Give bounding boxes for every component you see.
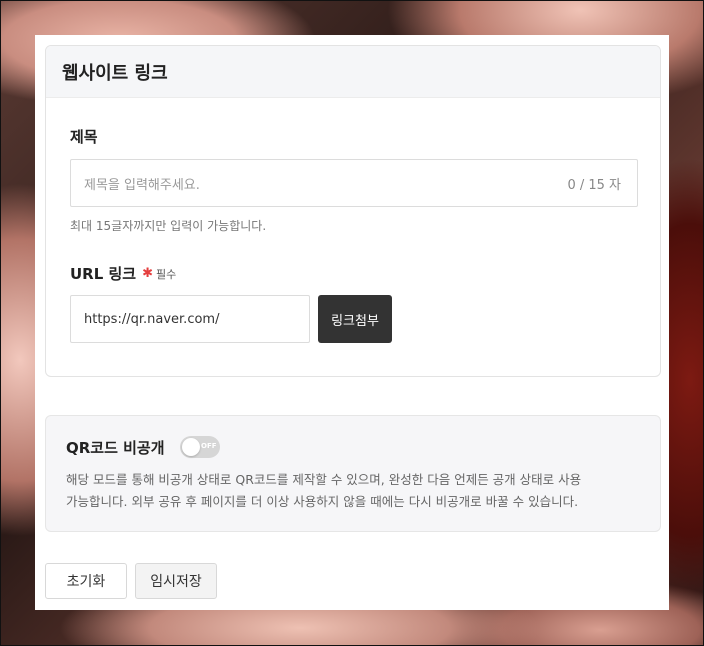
save-draft-button[interactable]: 임시저장 bbox=[135, 563, 217, 599]
required-text: 필수 bbox=[156, 267, 177, 281]
required-icon: ✱ bbox=[142, 266, 154, 281]
qr-private-description: 해당 모드를 통해 비공개 상태로 QR코드를 제작할 수 있으며, 완성한 다… bbox=[66, 469, 646, 513]
section-title: 웹사이트 링크 bbox=[62, 62, 168, 84]
url-input[interactable]: https://qr.naver.com/ bbox=[70, 295, 310, 343]
private-toggle[interactable]: OFF bbox=[180, 436, 220, 458]
title-placeholder: 제목을 입력해주세요. bbox=[84, 177, 200, 193]
qr-private-card: QR코드 비공개 OFF 해당 모드를 통해 비공개 상태로 QR코드를 제작할… bbox=[45, 415, 661, 532]
title-label: 제목 bbox=[70, 128, 98, 146]
title-input[interactable]: 제목을 입력해주세요. 0 / 15 자 bbox=[70, 159, 638, 207]
toggle-knob bbox=[182, 438, 200, 456]
attach-link-button[interactable]: 링크첨부 bbox=[318, 295, 392, 343]
qr-editor-panel: 웹사이트 링크 제목 제목을 입력해주세요. 0 / 15 자 최대 15글자까… bbox=[35, 35, 669, 610]
char-counter: 0 / 15 자 bbox=[567, 177, 621, 193]
card-header: 웹사이트 링크 bbox=[46, 46, 660, 98]
url-label-row: URL 링크 ✱ 필수 bbox=[70, 263, 176, 284]
url-value: https://qr.naver.com/ bbox=[84, 311, 220, 327]
url-label: URL 링크 bbox=[70, 265, 137, 283]
reset-button[interactable]: 초기화 bbox=[45, 563, 127, 599]
title-hint: 최대 15글자까지만 입력이 가능합니다. bbox=[70, 219, 267, 233]
qr-private-title: QR코드 비공개 bbox=[66, 439, 165, 457]
toggle-state: OFF bbox=[201, 442, 217, 450]
description-line-1: 해당 모드를 통해 비공개 상태로 QR코드를 제작할 수 있으며, 완성한 다… bbox=[66, 472, 582, 487]
website-link-card: 웹사이트 링크 제목 제목을 입력해주세요. 0 / 15 자 최대 15글자까… bbox=[45, 45, 661, 377]
description-line-2: 가능합니다. 외부 공유 후 페이지를 더 이상 사용하지 않을 때에는 다시 … bbox=[66, 494, 579, 509]
